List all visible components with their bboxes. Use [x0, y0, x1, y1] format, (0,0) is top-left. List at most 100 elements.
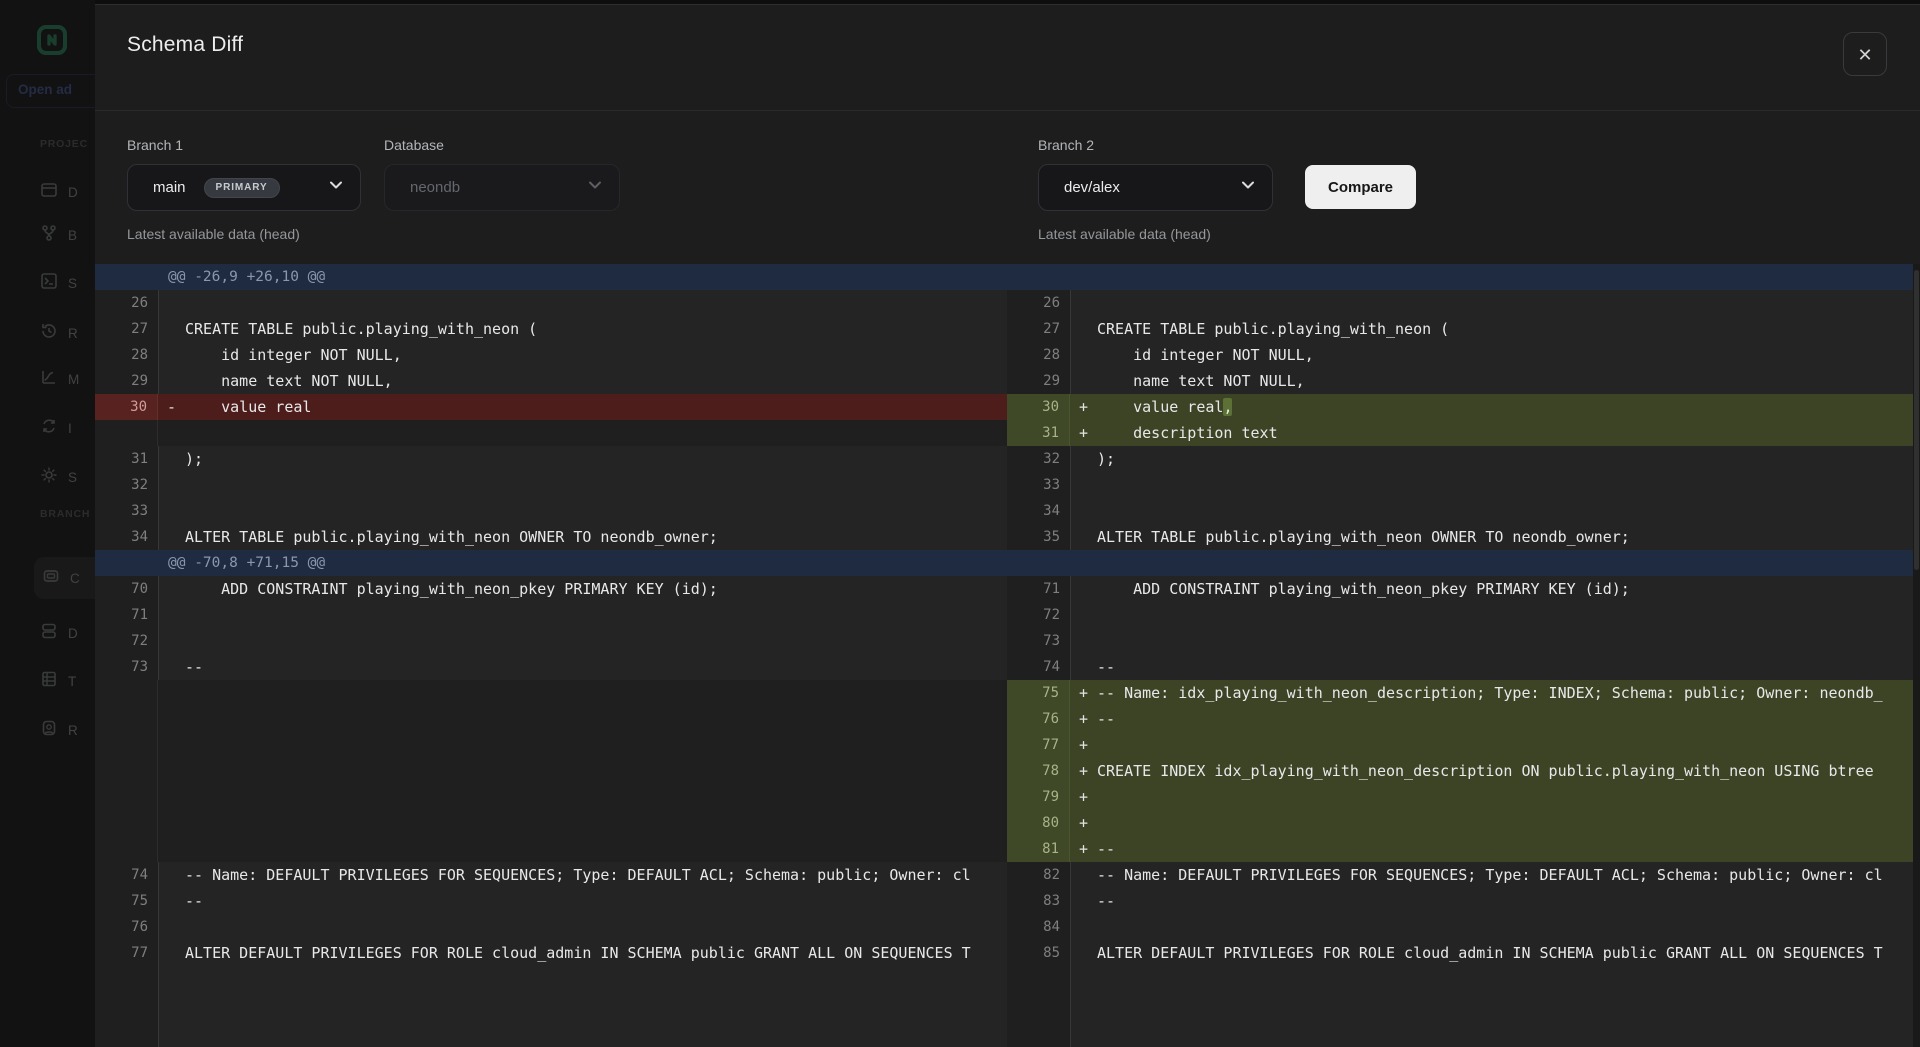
diff-line-row: 31+ description text	[1007, 420, 1913, 446]
diff-line-row: 77+	[1007, 732, 1913, 758]
sidebar-item-restore[interactable]: R	[40, 312, 95, 354]
line-number: 71	[95, 602, 158, 628]
diff-line-row: 30- value real	[95, 394, 1007, 420]
diff-line-text: --	[1097, 836, 1913, 862]
diff-marker: -	[158, 394, 185, 420]
diff-marker	[1070, 888, 1097, 914]
diff-marker	[1070, 316, 1097, 342]
line-number: 30	[1007, 394, 1070, 420]
diff-line-row: 35ALTER TABLE public.playing_with_neon O…	[1007, 524, 1913, 550]
diff-pane-branch2[interactable]: 2627CREATE TABLE public.playing_with_neo…	[1007, 264, 1913, 1047]
diff-line-text: -- Name: DEFAULT PRIVILEGES FOR SEQUENCE…	[185, 862, 1007, 888]
open-admin-button[interactable]: Open ad	[6, 74, 95, 108]
diff-marker	[1070, 368, 1097, 394]
diff-marker	[1070, 914, 1097, 940]
branch1-label: Branch 1	[127, 137, 183, 153]
diff-line-row: 27CREATE TABLE public.playing_with_neon …	[95, 316, 1007, 342]
branch2-value: dev/alex	[1064, 179, 1120, 196]
diff-line-text	[1097, 602, 1913, 628]
sidebar-item-settings[interactable]: S	[40, 456, 95, 498]
diff-line-text: value real	[185, 394, 1007, 420]
diff-line-text	[1097, 732, 1913, 758]
diff-line-text: ALTER TABLE public.playing_with_neon OWN…	[1097, 524, 1913, 550]
integrations-icon	[40, 417, 58, 440]
diff-line-row: 72	[1007, 602, 1913, 628]
diff-marker	[158, 602, 185, 628]
line-number: 84	[1007, 914, 1070, 940]
sidebar-item-label: S	[68, 276, 77, 291]
diff-line-text	[1097, 784, 1913, 810]
diff-line-text	[185, 290, 1007, 316]
sidebar-item-label: R	[68, 723, 78, 738]
branch1-select[interactable]: main PRIMARY	[127, 164, 361, 211]
line-number: 30	[95, 394, 158, 420]
diff-spacer-row	[95, 784, 1007, 810]
diff-marker	[158, 524, 185, 550]
open-admin-label: Open ad	[18, 82, 72, 97]
diff-line-text: ADD CONSTRAINT playing_with_neon_pkey PR…	[1097, 576, 1913, 602]
compare-button[interactable]: Compare	[1305, 165, 1416, 209]
sidebar-section-branch: BRANCH	[40, 508, 90, 520]
neon-logo[interactable]	[37, 25, 67, 55]
diff-scrollbar[interactable]	[1913, 264, 1920, 1047]
diff-spacer-row	[95, 732, 1007, 758]
database-value: neondb	[410, 179, 460, 196]
diff-marker: +	[1070, 680, 1097, 706]
diff-line-text: CREATE TABLE public.playing_with_neon (	[1097, 316, 1913, 342]
close-icon[interactable]: ✕	[1843, 32, 1887, 76]
sidebar-item-dashboard[interactable]: D	[40, 171, 95, 213]
sidebar-item-branches[interactable]: B	[40, 214, 95, 256]
diff-marker: +	[1070, 836, 1097, 862]
diff-line-text	[185, 628, 1007, 654]
branch2-select[interactable]: dev/alex	[1038, 164, 1273, 211]
diff-line-text: ALTER DEFAULT PRIVILEGES FOR ROLE cloud_…	[185, 940, 1007, 966]
line-number: 77	[95, 940, 158, 966]
diff-pane-branch1[interactable]: @@ -26,9 +26,10 @@2627CREATE TABLE publi…	[95, 264, 1007, 1047]
diff-line-row: 33	[95, 498, 1007, 524]
diff-scrollbar-thumb[interactable]	[1914, 270, 1919, 570]
diff-line-text: CREATE INDEX idx_playing_with_neon_descr…	[1097, 758, 1913, 784]
line-number: 34	[95, 524, 158, 550]
database-label: Database	[384, 137, 444, 153]
diff-line-text	[1097, 810, 1913, 836]
hunk-header-row: @@ -70,8 +71,15 @@	[95, 550, 1007, 576]
databases-icon	[40, 622, 58, 645]
sidebar-item-label: R	[68, 326, 78, 341]
diff-marker	[1070, 654, 1097, 680]
line-number: 76	[1007, 706, 1070, 732]
diff-line-text: --	[185, 654, 1007, 680]
diff-line-row: 76	[95, 914, 1007, 940]
line-number: 81	[1007, 836, 1070, 862]
diff-marker	[158, 914, 185, 940]
sidebar-item-integrations[interactable]: I	[40, 407, 95, 449]
sidebar-item-databases[interactable]: D	[40, 612, 95, 654]
diff-marker	[1070, 342, 1097, 368]
diff-marker	[158, 446, 185, 472]
diff-line-row: 80+	[1007, 810, 1913, 836]
diff-line-row: 76+--	[1007, 706, 1913, 732]
line-number: 75	[95, 888, 158, 914]
line-number: 76	[95, 914, 158, 940]
diff-line-text: --	[1097, 654, 1913, 680]
diff-line-row: 83--	[1007, 888, 1913, 914]
diff-line-text: description text	[1097, 420, 1913, 446]
sidebar-item-label: I	[68, 421, 72, 436]
sidebar-item-sql-editor[interactable]: S	[40, 262, 95, 304]
diff-line-text	[185, 472, 1007, 498]
hunk-header-row	[1007, 550, 1913, 576]
line-number: 73	[95, 654, 158, 680]
settings-icon	[40, 466, 58, 489]
sidebar-item-label: M	[68, 372, 79, 387]
sidebar-item-tables[interactable]: T	[40, 660, 95, 702]
sidebar-item-computes[interactable]: C	[34, 557, 95, 599]
branch2-helper: Latest available data (head)	[1038, 226, 1211, 242]
sidebar-item-roles[interactable]: R	[40, 709, 95, 751]
line-number: 83	[1007, 888, 1070, 914]
diff-line-row: 73	[1007, 628, 1913, 654]
diff-marker	[1070, 472, 1097, 498]
diff-marker	[1070, 576, 1097, 602]
diff-line-text: ALTER DEFAULT PRIVILEGES FOR ROLE cloud_…	[1097, 940, 1913, 966]
diff-line-text: value real,	[1097, 394, 1913, 420]
diff-line-text: name text NOT NULL,	[1097, 368, 1913, 394]
sidebar-item-monitoring[interactable]: M	[40, 358, 95, 400]
